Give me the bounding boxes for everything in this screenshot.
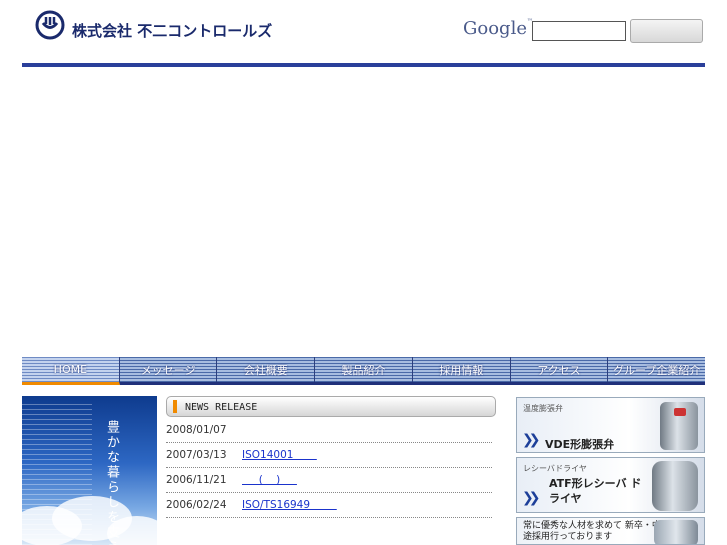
- recruit-photo-icon: [654, 520, 698, 544]
- nav-item-recruit[interactable]: 採用情報: [413, 357, 511, 382]
- main-nav: HOME メッセージ 会社概要 製品紹介 採用情報 アクセス グループ企業紹介: [22, 357, 705, 385]
- promo-vde-valve[interactable]: 温度膨張弁 ❯❯ VDE形膨張弁: [516, 397, 705, 453]
- news-link[interactable]: ( ): [242, 474, 297, 486]
- google-search-logo: Google™: [463, 18, 533, 39]
- nav-item-home[interactable]: HOME: [22, 357, 120, 385]
- google-logo-text: Google: [463, 18, 527, 39]
- nav-item-group[interactable]: グループ企業紹介: [608, 357, 705, 382]
- double-chevron-right-icon: ❯❯: [522, 490, 541, 506]
- news-date: 2006/02/24: [166, 499, 227, 511]
- promo-category: 温度膨張弁: [523, 404, 563, 413]
- news-link[interactable]: ISO14001: [242, 449, 317, 461]
- header-divider: [22, 63, 705, 67]
- promo-category: レシーバドライヤ: [523, 464, 587, 473]
- news-item: 2007/03/13 ISO14001: [166, 443, 492, 468]
- nav-item-company[interactable]: 会社概要: [217, 357, 316, 382]
- promo-recruit[interactable]: 常に優秀な人材を求めて 新卒・中途採用行っております: [516, 517, 705, 545]
- news-item: 2006/02/24 ISO/TS16949: [166, 493, 492, 518]
- news-section-header: NEWS RELEASE: [166, 396, 496, 417]
- banner-tagline: 豊かな暮らしを支える: [104, 420, 119, 545]
- news-title: NEWS RELEASE: [185, 402, 258, 413]
- news-list: 2008/01/07 2007/03/13 ISO14001 2006/11/2…: [166, 418, 492, 518]
- company-logo-icon[interactable]: [35, 10, 65, 40]
- news-date: 2007/03/13: [166, 449, 227, 461]
- news-header-accent: [173, 400, 177, 413]
- company-name[interactable]: 株式会社 不二コントロールズ: [72, 20, 272, 41]
- nav-item-products[interactable]: 製品紹介: [315, 357, 413, 382]
- news-item: 2008/01/07: [166, 418, 492, 443]
- receiver-dryer-photo-icon: [652, 461, 698, 511]
- search-button[interactable]: [630, 19, 703, 43]
- news-link[interactable]: ISO/TS16949: [242, 499, 337, 511]
- promo-atf-dryer[interactable]: レシーバドライヤ ❯❯ ATF形レシーバ ドライヤ: [516, 457, 705, 513]
- search-input[interactable]: [532, 21, 626, 41]
- hero-banner: 豊かな暮らしを支える: [22, 396, 157, 545]
- promo-name: 常に優秀な人材を求めて 新卒・中途採用行っております: [523, 521, 661, 542]
- news-date: 2008/01/07: [166, 424, 227, 436]
- nav-item-message[interactable]: メッセージ: [120, 357, 218, 382]
- promo-name: VDE形膨張弁: [545, 438, 615, 451]
- expansion-valve-photo-icon: [660, 402, 698, 450]
- nav-item-access[interactable]: アクセス: [511, 357, 609, 382]
- news-item: 2006/11/21 ( ): [166, 468, 492, 493]
- double-chevron-right-icon: ❯❯: [522, 432, 541, 448]
- news-date: 2006/11/21: [166, 474, 227, 486]
- promo-name: ATF形レシーバ ドライヤ: [549, 477, 642, 505]
